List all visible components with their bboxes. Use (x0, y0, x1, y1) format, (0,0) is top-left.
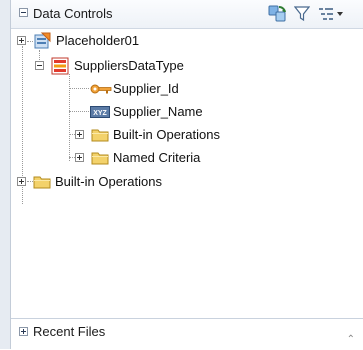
folder-icon (33, 176, 51, 189)
tree-node-suppliers-data-type[interactable]: SuppliersDataType (11, 56, 363, 76)
panel-title: Data Controls (33, 6, 113, 21)
tree-node-label: Built-in Operations (55, 174, 162, 189)
tree-node-placeholder01[interactable]: Placeholder01 (11, 31, 363, 51)
collapse-toggle[interactable] (35, 61, 44, 70)
tree-node-named-criteria[interactable]: Named Criteria (11, 148, 363, 168)
tree-options-icon[interactable] (317, 5, 345, 23)
panel-header: Data Controls (11, 0, 363, 29)
expand-toggle[interactable] (17, 36, 26, 45)
data-controls-panel: Data Controls Placeholder01 SuppliersDat… (11, 0, 363, 350)
expand-toggle[interactable] (75, 130, 84, 139)
filter-icon[interactable] (294, 5, 310, 23)
key-attribute-icon (90, 84, 112, 94)
placeholder-datacontrol-icon (34, 32, 51, 49)
tree-node-label: SuppliersDataType (74, 58, 184, 73)
collapse-panel-toggle[interactable] (19, 8, 28, 17)
tree-node-supplier-name[interactable]: XYZ Supplier_Name (11, 102, 363, 122)
folder-icon (91, 129, 109, 142)
tree-node-label: Named Criteria (113, 150, 201, 165)
tree-node-root-built-in-operations[interactable]: Built-in Operations (11, 172, 363, 192)
text-attribute-icon: XYZ (90, 106, 110, 118)
expand-toggle[interactable] (17, 177, 26, 186)
recent-files-title[interactable]: Recent Files (33, 324, 105, 339)
scroll-up-icon[interactable]: ⌃ (347, 334, 355, 345)
tree-node-label: Supplier_Name (113, 104, 203, 119)
data-controls-tree: Placeholder01 SuppliersDataType Supplier… (11, 28, 363, 318)
tree-node-label: Built-in Operations (113, 127, 220, 142)
folder-icon (91, 152, 109, 165)
recent-files-panel: Recent Files ⌃ (11, 318, 363, 350)
expand-toggle[interactable] (75, 153, 84, 162)
refresh-icon[interactable] (268, 5, 288, 23)
tree-node-supplier-id[interactable]: Supplier_Id (11, 79, 363, 99)
svg-text:XYZ: XYZ (93, 110, 107, 117)
data-type-icon (51, 57, 69, 75)
tree-node-label: Supplier_Id (113, 81, 179, 96)
tree-node-label: Placeholder01 (56, 33, 140, 48)
expand-recent-files-toggle[interactable] (19, 327, 28, 336)
tree-node-built-in-operations[interactable]: Built-in Operations (11, 125, 363, 145)
left-edge-strip (0, 0, 11, 349)
